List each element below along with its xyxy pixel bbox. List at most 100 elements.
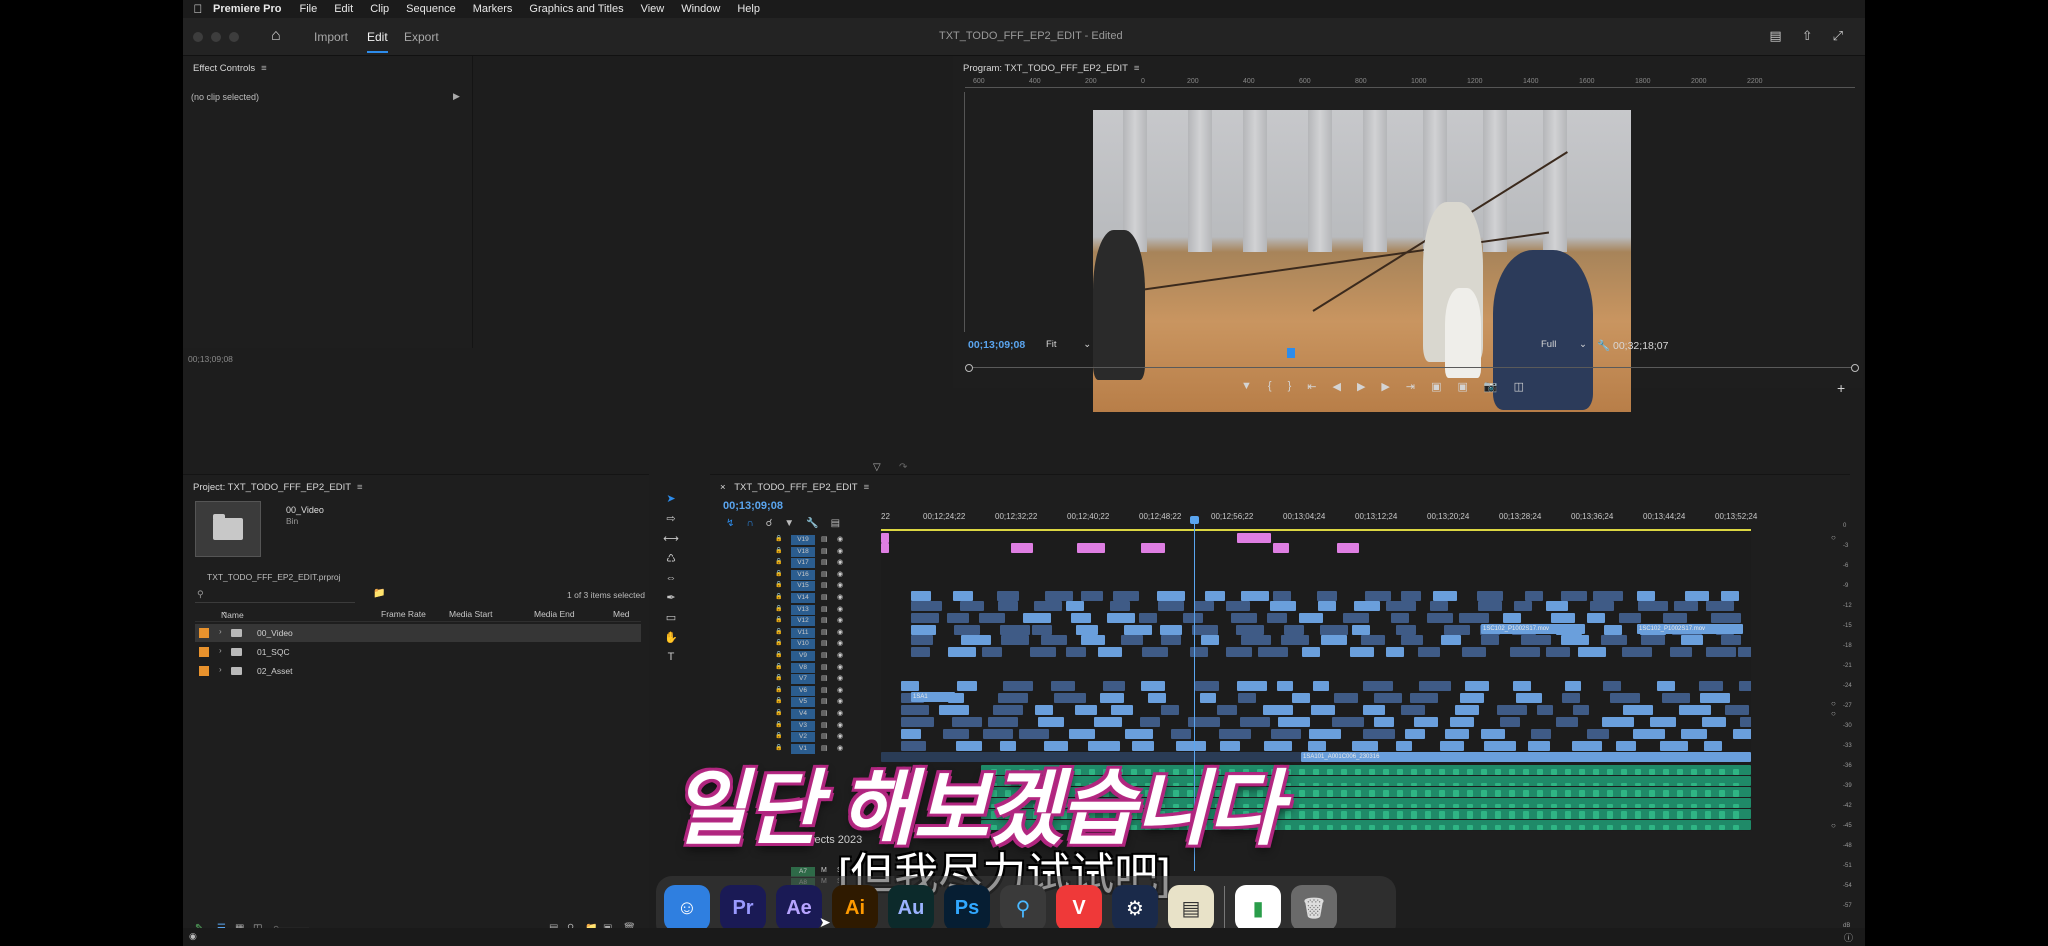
timeline-clip[interactable] bbox=[1573, 705, 1589, 715]
timeline-clip[interactable] bbox=[1733, 729, 1751, 739]
timeline-clip[interactable] bbox=[1041, 635, 1067, 645]
filmstrip-icon[interactable]: ▤ bbox=[821, 663, 828, 671]
timeline-clip[interactable] bbox=[1419, 681, 1451, 691]
eye-icon[interactable]: ◉ bbox=[837, 697, 843, 705]
timeline-clip[interactable] bbox=[1738, 647, 1751, 657]
track-label[interactable]: V18 bbox=[791, 546, 815, 557]
timeline-clip[interactable] bbox=[1430, 601, 1448, 611]
workspaces-icon[interactable]: ▤ bbox=[1769, 28, 1781, 44]
timeline-clip[interactable] bbox=[1361, 635, 1385, 645]
timeline-clip[interactable] bbox=[1192, 625, 1218, 635]
lock-icon[interactable]: 🔒 bbox=[775, 558, 782, 565]
project-search-input[interactable]: ⚲ bbox=[195, 589, 355, 603]
slip-tool-icon[interactable]: ⇔ bbox=[666, 572, 677, 584]
timeline-clip[interactable] bbox=[939, 705, 969, 715]
timeline-clip[interactable] bbox=[1562, 693, 1580, 703]
timeline-clip[interactable] bbox=[961, 635, 991, 645]
dock-after-effects-icon[interactable]: Ae bbox=[776, 885, 822, 931]
add-marker-icon[interactable]: ▼ bbox=[784, 518, 794, 529]
timeline-clip[interactable] bbox=[1332, 717, 1364, 727]
program-timecode[interactable]: 00;13;09;08 bbox=[968, 339, 1025, 351]
timeline-clip[interactable] bbox=[1077, 543, 1105, 553]
mute-icon[interactable]: M bbox=[821, 867, 827, 874]
timeline-clip[interactable] bbox=[1587, 729, 1609, 739]
panel-menu-icon[interactable]: ≡ bbox=[357, 482, 363, 493]
track-header-v19[interactable]: 🔒 V19 ▤ ◉ bbox=[751, 535, 873, 546]
filmstrip-icon[interactable]: ▤ bbox=[821, 605, 828, 613]
go-to-in-icon[interactable]: ⇤ bbox=[1307, 380, 1316, 393]
timeline-clip[interactable] bbox=[1616, 741, 1636, 751]
timeline-clip[interactable] bbox=[1035, 705, 1053, 715]
filter-icon[interactable]: ▽ bbox=[873, 462, 881, 473]
timeline-clip[interactable] bbox=[1299, 613, 1323, 623]
timeline-clip[interactable] bbox=[911, 647, 930, 657]
timeline-clip[interactable] bbox=[1051, 681, 1075, 691]
timeline-clip[interactable] bbox=[1633, 729, 1665, 739]
timeline-clip[interactable] bbox=[1638, 601, 1668, 611]
timeline-clip[interactable] bbox=[1188, 717, 1220, 727]
share-icon[interactable]: ⇧ bbox=[1802, 28, 1813, 44]
timeline-clip[interactable] bbox=[1011, 543, 1033, 553]
timeline-clip[interactable] bbox=[1354, 601, 1380, 611]
track-select-tool-icon[interactable]: ⇨ bbox=[666, 512, 675, 525]
lock-icon[interactable]: 🔒 bbox=[775, 663, 782, 670]
timeline-clip-labeled[interactable]: 1SC102_P1002S17.mov bbox=[1637, 624, 1743, 634]
add-marker-icon[interactable]: ▼ bbox=[1241, 380, 1252, 393]
home-icon[interactable]: ⌂ bbox=[271, 27, 281, 45]
timeline-clip[interactable] bbox=[1572, 741, 1602, 751]
lock-icon[interactable]: 🔒 bbox=[775, 535, 782, 542]
timeline-clip[interactable] bbox=[1069, 729, 1095, 739]
filmstrip-icon[interactable]: ▤ bbox=[821, 628, 828, 636]
timeline-clip[interactable] bbox=[1459, 613, 1489, 623]
timeline-clip[interactable] bbox=[952, 717, 982, 727]
timeline-clip[interactable] bbox=[1071, 613, 1091, 623]
timeline-clip[interactable] bbox=[1337, 543, 1359, 553]
panel-menu-icon[interactable]: ≡ bbox=[864, 482, 870, 493]
timeline-clip[interactable] bbox=[881, 543, 889, 553]
timeline-clip[interactable] bbox=[998, 601, 1018, 611]
wrench-icon[interactable]: 🔧 bbox=[1597, 340, 1610, 352]
eye-icon[interactable]: ◉ bbox=[837, 628, 843, 636]
chevron-right-icon[interactable]: › bbox=[219, 627, 222, 636]
timeline-clip[interactable] bbox=[1161, 705, 1179, 715]
export-frame-icon[interactable]: ↷ bbox=[899, 462, 907, 473]
filmstrip-icon[interactable]: ▤ bbox=[821, 616, 828, 624]
track-label[interactable]: V12 bbox=[791, 616, 815, 627]
timeline-clip[interactable] bbox=[1663, 613, 1687, 623]
lock-icon[interactable]: 🔒 bbox=[775, 570, 782, 577]
timeline-clip[interactable] bbox=[1500, 717, 1520, 727]
timeline-clip[interactable] bbox=[1363, 705, 1385, 715]
menu-view[interactable]: View bbox=[641, 3, 665, 15]
track-label[interactable]: V17 bbox=[791, 558, 815, 569]
timeline-clip[interactable] bbox=[1140, 717, 1160, 727]
timeline-clip[interactable] bbox=[1711, 613, 1741, 623]
timeline-clip[interactable] bbox=[1302, 647, 1320, 657]
menu-clip[interactable]: Clip bbox=[370, 3, 389, 15]
timeline-clip[interactable] bbox=[1528, 741, 1550, 751]
track-header-v8[interactable]: 🔒 V8 ▤ ◉ bbox=[751, 662, 873, 674]
timeline-clip[interactable] bbox=[1410, 693, 1438, 703]
lock-icon[interactable]: 🔒 bbox=[775, 581, 782, 588]
timeline-clip[interactable] bbox=[1681, 729, 1707, 739]
timeline-clip[interactable] bbox=[960, 601, 984, 611]
timeline-clip[interactable] bbox=[1478, 601, 1502, 611]
timeline-clip[interactable] bbox=[953, 591, 973, 601]
close-window-button[interactable] bbox=[193, 32, 203, 42]
timeline-clip[interactable] bbox=[1514, 601, 1532, 611]
lock-icon[interactable]: 🔒 bbox=[775, 628, 782, 635]
timeline-clip[interactable] bbox=[1365, 591, 1391, 601]
timeline-clip[interactable] bbox=[1444, 625, 1470, 635]
eye-icon[interactable]: ◉ bbox=[837, 593, 843, 601]
timeline-clip[interactable] bbox=[1418, 647, 1440, 657]
track-label[interactable]: V5 bbox=[791, 697, 815, 708]
timeline-clip[interactable] bbox=[1110, 601, 1130, 611]
razor-tool-icon[interactable]: ♺ bbox=[666, 552, 676, 565]
eye-icon[interactable]: ◉ bbox=[837, 605, 843, 613]
timeline-clip[interactable] bbox=[1593, 591, 1623, 601]
timeline-clip[interactable] bbox=[1503, 613, 1521, 623]
timeline-clip[interactable] bbox=[1038, 717, 1064, 727]
column-media[interactable]: Med bbox=[613, 609, 630, 619]
timeline-clip[interactable] bbox=[1650, 717, 1676, 727]
timeline-clip[interactable] bbox=[1441, 635, 1461, 645]
timeline-clip[interactable] bbox=[1601, 635, 1627, 645]
